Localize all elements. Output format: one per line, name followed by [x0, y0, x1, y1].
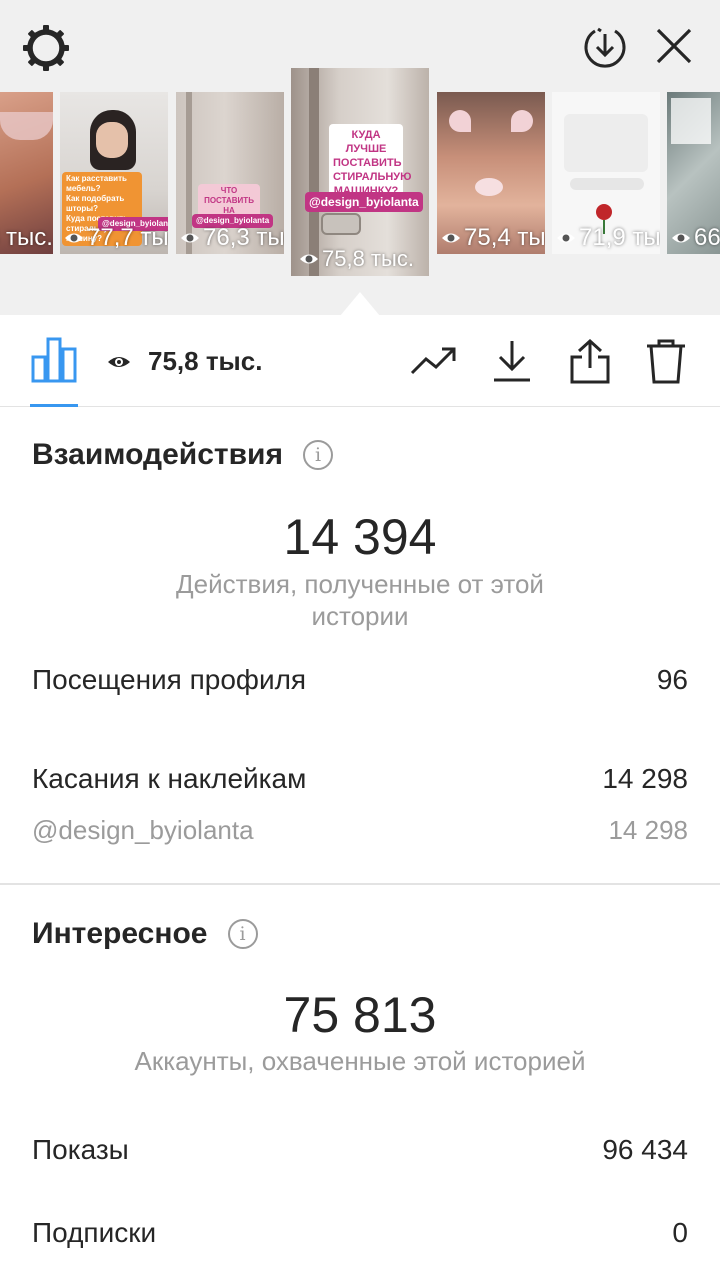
story-views: 76,3 тыс. — [203, 224, 284, 251]
stat-row-profile-visits: Посещения профиля 96 — [32, 664, 688, 696]
section-title-text: Взаимодействия — [32, 438, 283, 471]
views-count: 75,8 тыс. — [148, 346, 263, 376]
interactions-total: 14 394 — [283, 509, 437, 565]
sticker-line: Как расставить мебель? — [66, 174, 127, 193]
stat-row-mention-taps: @design_byiolanta 14 298 — [32, 815, 688, 846]
story-views: 71,9 тыс. — [579, 224, 660, 251]
eye-icon — [557, 233, 575, 243]
eye-icon — [108, 356, 130, 367]
active-tab-indicator — [30, 404, 78, 407]
discovery-total: 75 813 — [283, 987, 437, 1043]
eye-icon — [672, 233, 690, 243]
story-views: 66 — [694, 224, 720, 251]
info-icon[interactable]: i — [302, 440, 333, 470]
discovery-section-title: Интересное i — [32, 917, 258, 951]
story-thumbnail[interactable]: 75,4 тыс. — [437, 92, 545, 254]
story-thumbnail[interactable]: 8 тыс. — [0, 92, 53, 254]
story-action-bar: 75,8 тыс. — [0, 315, 720, 407]
trending-icon[interactable] — [410, 337, 458, 385]
interactions-section-title: Взаимодействия i — [32, 438, 333, 472]
selected-story-pointer — [340, 292, 380, 316]
story-thumbnail[interactable]: ЧТО ПОСТАВИТЬ НА ЛОДЖИЮ? @design_byiolan… — [176, 92, 284, 254]
mention-sticker: @design_byiolanta — [305, 192, 423, 212]
story-views: 75,8 тыс. — [322, 246, 414, 271]
stat-value: 96 434 — [602, 1134, 688, 1165]
section-divider — [0, 883, 720, 885]
sticker-text: КУДА ЛУЧШЕ ПОСТАВИТЬ СТИРАЛЬНУЮ МАШИНКУ? — [329, 124, 412, 202]
views-summary: 75,8 тыс. — [106, 346, 262, 377]
discovery-caption: Аккаунты, охваченные этой историей — [134, 1046, 586, 1076]
section-title-text: Интересное — [32, 917, 208, 950]
save-download-circle-icon[interactable] — [578, 20, 632, 74]
stat-row-follows: Подписки 0 — [32, 1217, 688, 1249]
stat-label: Посещения профиля — [32, 664, 307, 695]
download-icon[interactable] — [488, 337, 536, 385]
close-icon[interactable] — [650, 22, 698, 70]
story-views: 75,4 тыс. — [464, 224, 545, 251]
info-icon[interactable]: i — [227, 919, 258, 949]
stat-value: 14 298 — [602, 763, 688, 794]
eye-icon — [300, 254, 318, 264]
eye-icon — [442, 233, 460, 243]
eye-icon — [181, 233, 199, 243]
story-thumbnail[interactable]: Как расставить мебель? Как подобрать што… — [60, 92, 168, 254]
stat-label: Показы — [32, 1134, 129, 1165]
eye-icon — [65, 233, 83, 243]
story-views: 8 тыс. — [0, 224, 53, 251]
stat-row-sticker-taps: Касания к наклейкам 14 298 — [32, 763, 688, 795]
sticker-line: Как подобрать шторы? — [66, 194, 125, 213]
insights-icon[interactable] — [30, 335, 78, 383]
story-thumbnail-selected[interactable]: КУДА ЛУЧШЕ ПОСТАВИТЬ СТИРАЛЬНУЮ МАШИНКУ?… — [291, 68, 429, 276]
stat-label: @design_byiolanta — [32, 815, 254, 845]
stat-row-impressions: Показы 96 434 — [32, 1134, 688, 1166]
story-strip-area: 8 тыс. Как расставить мебель? Как подобр… — [0, 0, 720, 316]
story-thumbnails: 8 тыс. Как расставить мебель? Как подобр… — [0, 68, 720, 278]
stat-value: 96 — [656, 664, 688, 695]
settings-gear-icon[interactable] — [20, 22, 72, 74]
story-views: 77,7 тыс. — [87, 224, 168, 251]
story-thumbnail[interactable]: 66 — [667, 92, 720, 254]
interactions-caption: Действия, полученные от этой истории — [176, 569, 544, 631]
stat-label: Подписки — [32, 1217, 157, 1248]
share-icon[interactable] — [566, 337, 614, 385]
story-thumbnail[interactable]: 71,9 тыс. — [552, 92, 660, 254]
trash-icon[interactable] — [642, 337, 690, 385]
stat-value: 0 — [672, 1217, 688, 1248]
stat-label: Касания к наклейкам — [32, 763, 307, 794]
stat-value: 14 298 — [608, 815, 688, 845]
